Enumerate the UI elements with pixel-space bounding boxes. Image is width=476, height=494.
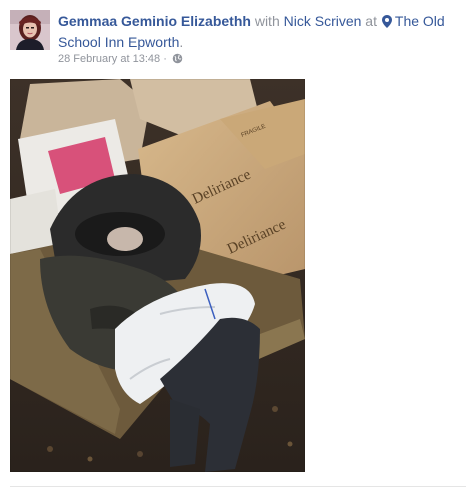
map-pin-icon [381,14,392,33]
post-header: Gemmaa Geminio Elizabethh with Nick Scri… [10,10,466,70]
with-text: with [250,13,284,29]
post-photo[interactable]: Deliriance Deliriance FRAGILE [10,79,305,472]
at-text: at [361,13,381,29]
post-header-text: Gemmaa Geminio Elizabethh with Nick Scri… [58,12,468,52]
globe-icon[interactable] [172,53,183,68]
post-timestamp-link[interactable]: 28 February at 13:48 [58,53,160,65]
meta-separator: · [163,53,167,65]
facebook-post: Gemmaa Geminio Elizabethh with Nick Scri… [0,0,476,494]
post-meta: 28 February at 13:48 · [58,52,183,68]
avatar[interactable] [10,10,50,50]
tagged-person-link[interactable]: Nick Scriven [284,13,362,29]
location-period: . [179,34,184,50]
post-divider [10,486,466,487]
author-name-link[interactable]: Gemmaa Geminio Elizabethh [58,13,251,29]
